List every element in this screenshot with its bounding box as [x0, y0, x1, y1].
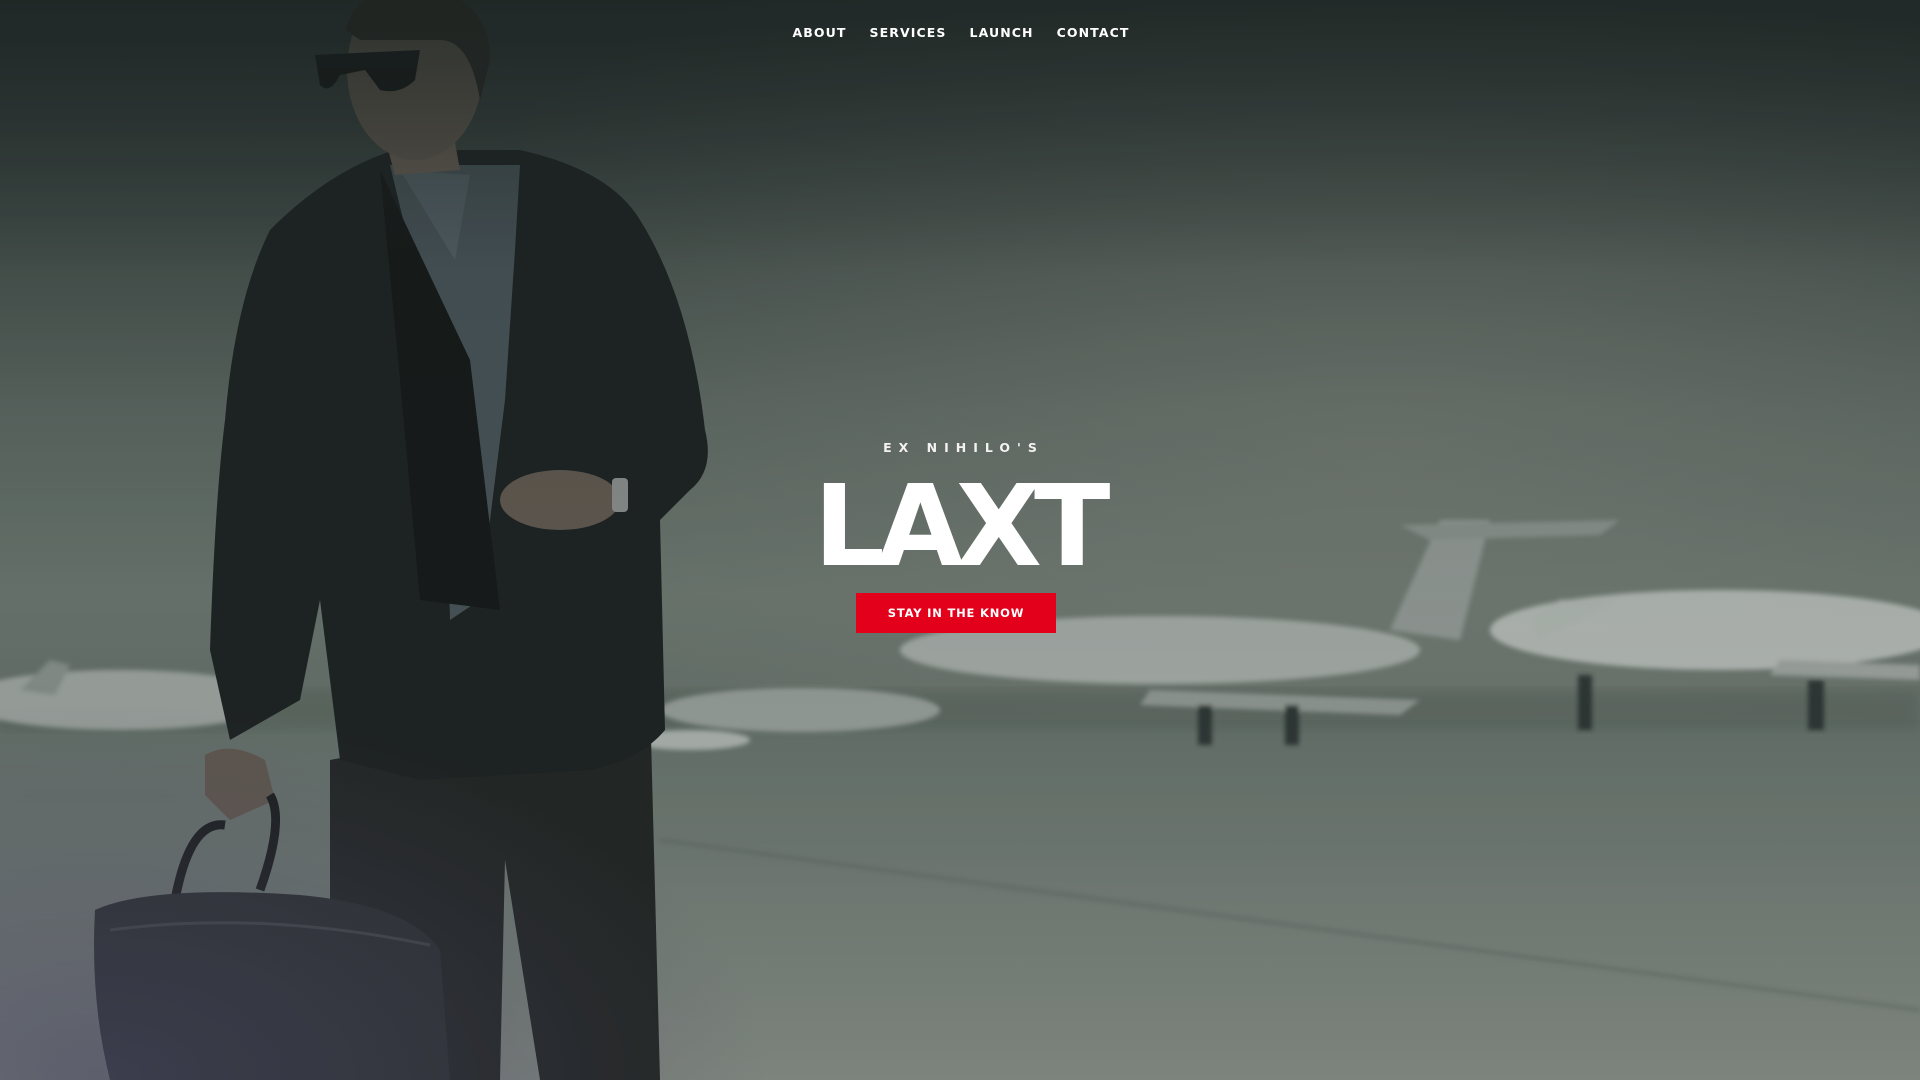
hero-eyebrow: EX NIHILO'S	[883, 440, 1044, 455]
nav-link-contact[interactable]: CONTACT	[1057, 25, 1130, 40]
nav-link-about[interactable]: ABOUT	[792, 25, 846, 40]
hero-content: EX NIHILO'S LAXT STAY IN THE KNOW	[0, 440, 1920, 633]
hero-title: LAXT	[813, 462, 1111, 592]
hero-section: ABOUT SERVICES LAUNCH CONTACT EX NIHILO'…	[0, 0, 1920, 1080]
main-navigation: ABOUT SERVICES LAUNCH CONTACT	[0, 25, 1920, 40]
nav-link-launch[interactable]: LAUNCH	[970, 25, 1034, 40]
nav-link-services[interactable]: SERVICES	[869, 25, 946, 40]
stay-in-the-know-button[interactable]: STAY IN THE KNOW	[856, 593, 1056, 633]
